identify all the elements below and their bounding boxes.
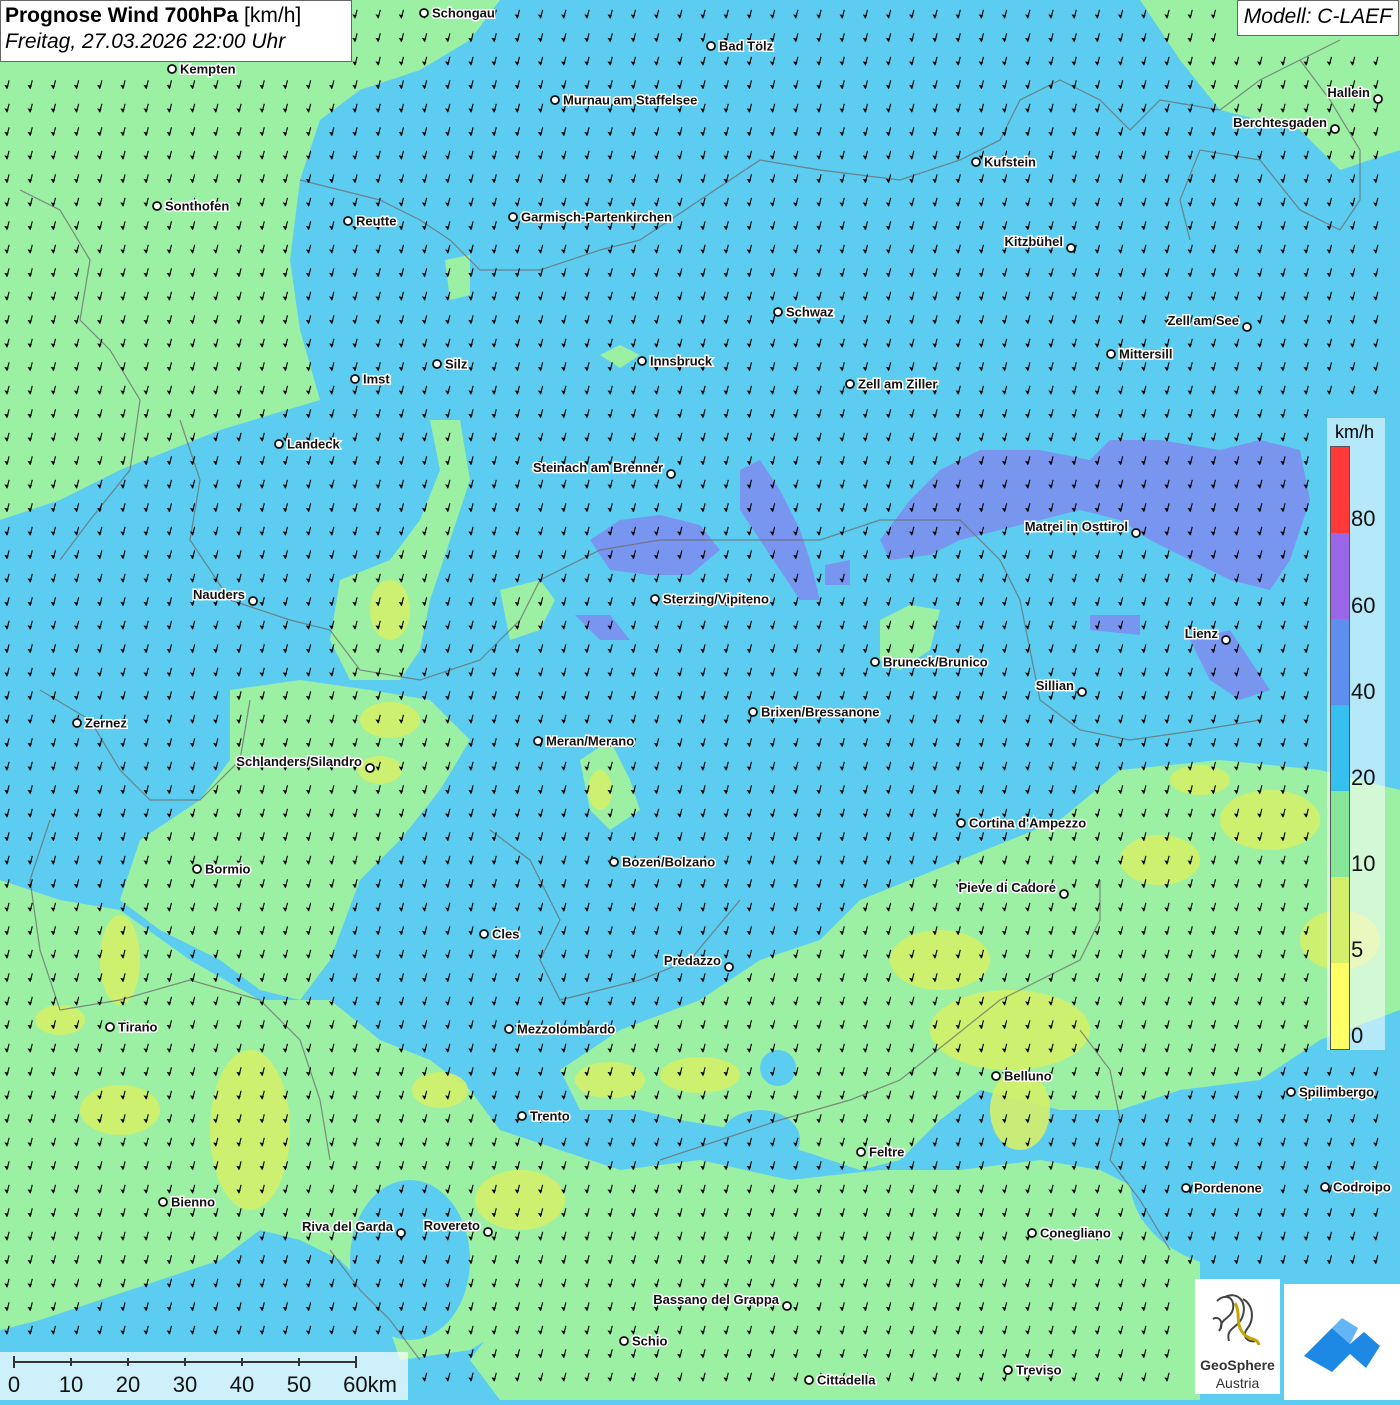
wind-map: SchongauBad TölzKemptenMurnau am Staffel… (0, 0, 1400, 1400)
